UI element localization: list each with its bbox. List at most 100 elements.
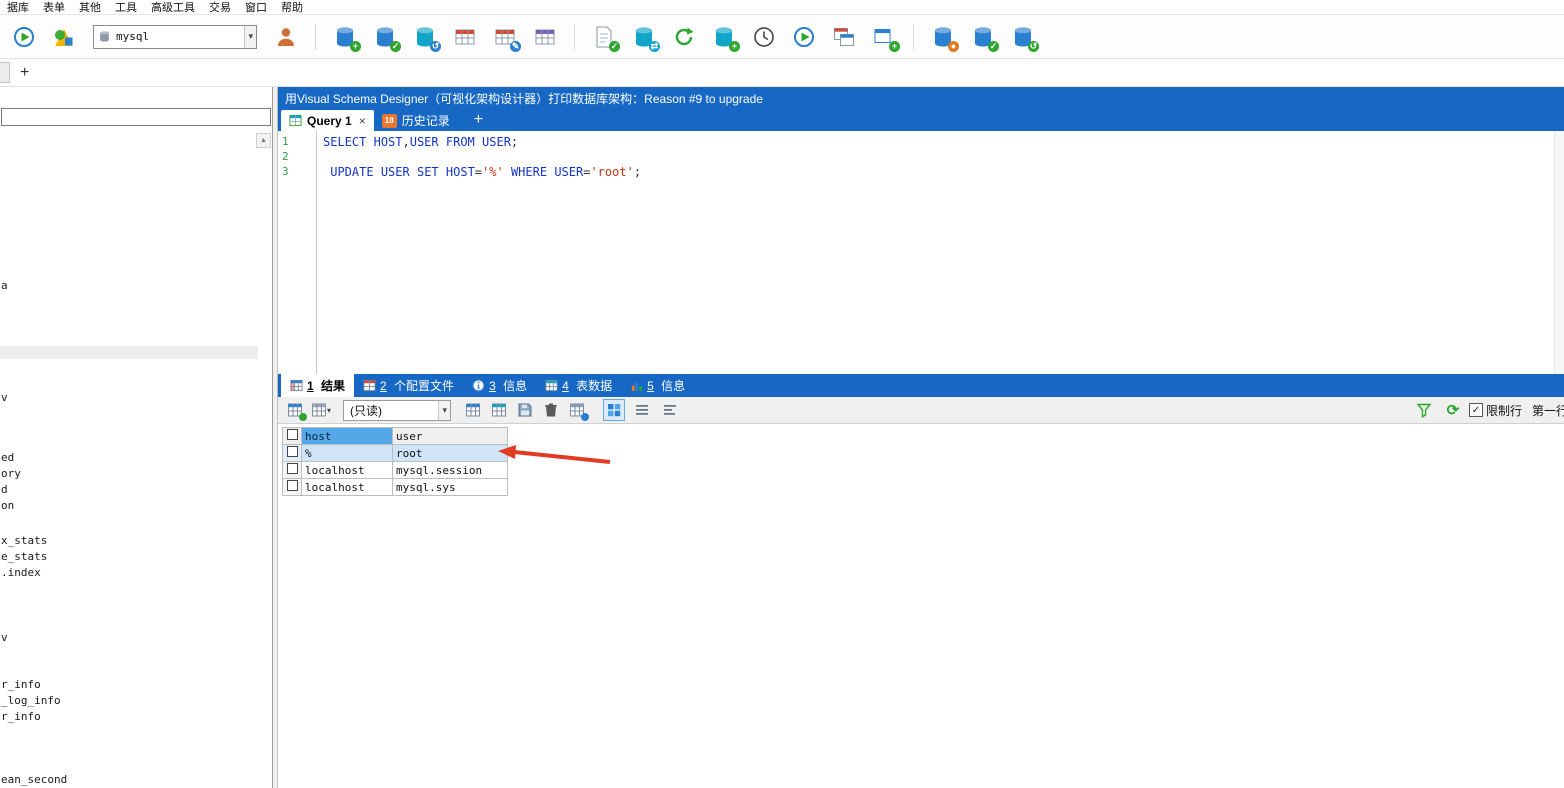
sql-editor[interactable]: 123 SELECT HOST,USER FROM USER; UPDATE U… bbox=[278, 131, 1564, 374]
column-header-host[interactable]: host bbox=[301, 427, 393, 445]
tree-item-fragment[interactable]: d bbox=[1, 483, 8, 496]
code-line[interactable]: UPDATE USER SET HOST='%' WHERE USER='roo… bbox=[323, 165, 1554, 180]
alter-database-icon[interactable]: ✓ bbox=[371, 23, 401, 52]
code-line[interactable]: SELECT HOST,USER FROM USER; bbox=[323, 135, 1554, 150]
tree-item-fragment[interactable]: x_stats bbox=[1, 534, 47, 547]
create-table-icon[interactable] bbox=[451, 23, 479, 51]
tree-item-fragment[interactable]: v bbox=[1, 631, 8, 644]
tree-item-fragment[interactable]: on bbox=[1, 499, 14, 512]
result-tab-1[interactable]: 1 结果 bbox=[281, 374, 355, 397]
database-select[interactable]: mysql ▾ bbox=[93, 24, 257, 49]
menu-item[interactable]: 其他 bbox=[72, 0, 108, 15]
menu-item[interactable]: 据库 bbox=[0, 0, 36, 15]
result-toolbar: ▾ (只读) ▾ ⟳ ✓ 限制行 第一行 bbox=[278, 397, 1564, 424]
tree-item-fragment[interactable]: e_stats bbox=[1, 550, 47, 563]
tree-item-fragment[interactable]: a bbox=[1, 279, 8, 292]
db-sync-icon[interactable]: ⇄ bbox=[630, 23, 660, 52]
menu-item[interactable]: 交易 bbox=[202, 0, 238, 15]
row-select-cell[interactable] bbox=[282, 444, 302, 462]
menu-item[interactable]: 高级工具 bbox=[144, 0, 202, 15]
execute-icon[interactable] bbox=[790, 23, 818, 51]
new-query-icon[interactable]: ✓ bbox=[590, 23, 620, 52]
code-line[interactable] bbox=[323, 150, 1554, 165]
table-diagnostics-icon[interactable] bbox=[531, 23, 559, 51]
grid-options-icon[interactable]: ▾ bbox=[311, 400, 331, 420]
text-view-button[interactable] bbox=[659, 399, 681, 421]
checkbox-icon[interactable] bbox=[286, 480, 298, 491]
menu-item[interactable]: 帮助 bbox=[274, 0, 310, 15]
result-grid-area: host user% root localhost mysql.session local… bbox=[278, 424, 1564, 788]
scrollbar-up-icon[interactable]: ▲ bbox=[256, 133, 271, 148]
db-user-icon[interactable]: ● bbox=[929, 23, 959, 52]
result-tab-4[interactable]: 4 表数据 bbox=[536, 374, 621, 397]
refresh-result-icon[interactable]: ⟳ bbox=[1443, 400, 1463, 420]
grid-view-button[interactable] bbox=[603, 399, 625, 421]
editor-scrollbar[interactable] bbox=[1554, 131, 1564, 374]
close-icon[interactable]: × bbox=[359, 114, 366, 128]
row-select-cell[interactable] bbox=[282, 478, 302, 496]
form-view-button[interactable] bbox=[631, 399, 653, 421]
grid-cell[interactable]: mysql.sys bbox=[392, 478, 508, 496]
menu-item[interactable]: 窗口 bbox=[238, 0, 274, 15]
limit-rows-checkbox[interactable]: ✓ bbox=[1468, 403, 1483, 417]
chevron-down-icon[interactable]: ▾ bbox=[244, 25, 256, 48]
refresh-grid-icon[interactable] bbox=[285, 400, 307, 421]
tree-item-fragment[interactable]: r_info bbox=[1, 678, 41, 691]
row-select-cell[interactable] bbox=[282, 461, 302, 479]
history-clock-icon[interactable] bbox=[750, 23, 778, 51]
copy-data-icon[interactable] bbox=[489, 400, 509, 420]
new-window-icon[interactable]: + bbox=[870, 23, 900, 52]
save-icon[interactable] bbox=[515, 400, 535, 420]
tree-item-fragment[interactable]: ed bbox=[1, 451, 14, 464]
new-query-tab-button[interactable]: + bbox=[474, 112, 483, 128]
delete-row-icon[interactable] bbox=[541, 400, 561, 420]
tab-history[interactable]: 18 历史记录 bbox=[374, 110, 458, 131]
select-all-cell[interactable] bbox=[282, 427, 302, 445]
chevron-down-icon[interactable]: ▾ bbox=[438, 400, 450, 420]
create-database-icon[interactable]: + bbox=[331, 23, 361, 52]
grid-cell[interactable]: % bbox=[301, 444, 393, 462]
tree-item-fragment[interactable]: _log_info bbox=[1, 694, 61, 707]
menu-item[interactable]: 工具 bbox=[108, 0, 144, 15]
annotation-arrow bbox=[498, 445, 611, 464]
code-area[interactable]: SELECT HOST,USER FROM USER; UPDATE USER … bbox=[317, 131, 1554, 374]
checkbox-icon[interactable] bbox=[286, 429, 298, 440]
grid-cell[interactable]: localhost bbox=[301, 478, 393, 496]
checkbox-icon[interactable] bbox=[286, 446, 298, 457]
filter-funnel-icon[interactable] bbox=[1414, 400, 1434, 420]
tree-item-fragment[interactable]: r_info bbox=[1, 710, 41, 723]
connect-icon[interactable] bbox=[10, 23, 38, 51]
new-connection-tab-button[interactable]: + bbox=[20, 64, 29, 81]
result-tab-3[interactable]: 3 信息 bbox=[463, 374, 536, 397]
copy-database-icon[interactable] bbox=[830, 23, 858, 51]
grid-cell[interactable]: localhost bbox=[301, 461, 393, 479]
db-user-sync-icon[interactable]: ↺ bbox=[1009, 23, 1039, 52]
result-tab-2[interactable]: 2 个配置文件 bbox=[354, 374, 463, 397]
grid-refresh-icon[interactable] bbox=[567, 400, 589, 421]
db-user-check-icon[interactable]: ✓ bbox=[969, 23, 999, 52]
menu-item[interactable]: 表单 bbox=[36, 0, 72, 15]
db-add-icon[interactable]: + bbox=[710, 23, 740, 52]
tree-item-fragment[interactable]: .index bbox=[1, 566, 41, 579]
tree-item-fragment[interactable]: ean_second bbox=[1, 773, 67, 786]
tree-selected-row[interactable] bbox=[0, 346, 258, 359]
edit-mode-select[interactable]: (只读) ▾ bbox=[343, 399, 451, 421]
tree-item-fragment[interactable]: v bbox=[1, 391, 8, 404]
refresh-icon[interactable] bbox=[670, 23, 698, 51]
alter-table-icon[interactable]: ✎ bbox=[491, 23, 521, 52]
result-tab-5[interactable]: 5 信息 bbox=[621, 374, 694, 397]
user-manager-icon[interactable] bbox=[272, 23, 300, 51]
connection-tab[interactable] bbox=[0, 62, 10, 83]
tab-query-1[interactable]: Query 1 × bbox=[281, 110, 374, 131]
toolbar-separator bbox=[574, 23, 575, 50]
export-data-icon[interactable] bbox=[463, 400, 483, 420]
schema-designer-icon[interactable] bbox=[50, 23, 78, 51]
tree-item-fragment[interactable]: ory bbox=[1, 467, 21, 480]
checkbox-icon[interactable] bbox=[286, 463, 298, 474]
promo-banner[interactable]: 用Visual Schema Designer（可视化架构设计器）打印数据库架构… bbox=[278, 87, 1564, 109]
sync-database-icon[interactable]: ↺ bbox=[411, 23, 441, 52]
object-filter-input[interactable] bbox=[1, 108, 271, 126]
code-token: UPDATE bbox=[330, 165, 374, 179]
